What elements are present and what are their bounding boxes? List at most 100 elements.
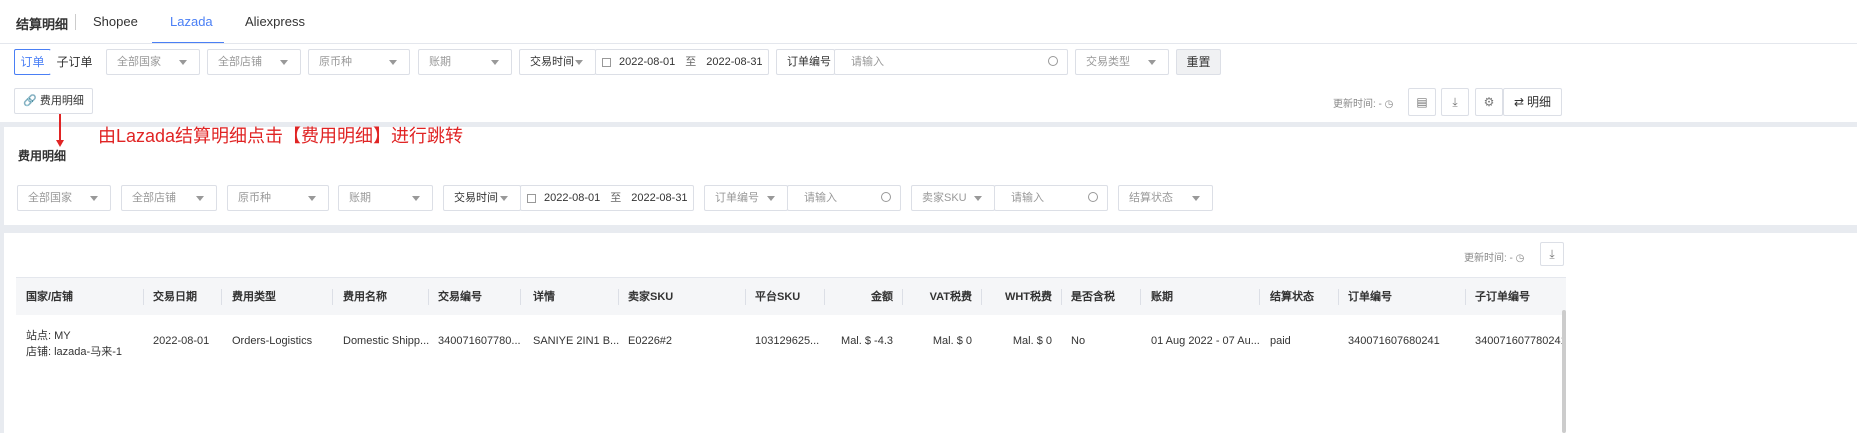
header-text: 平台SKU xyxy=(755,291,801,303)
header-trade-date: 交易日期 xyxy=(144,278,222,316)
chevron-down-icon xyxy=(491,60,499,65)
order-no-search-input[interactable]: 请输入 xyxy=(834,49,1068,75)
trade-time-value: 交易时间 xyxy=(530,56,574,68)
period-select-value: 账期 xyxy=(429,56,451,68)
header-text: 交易日期 xyxy=(153,291,197,303)
update-time: 更新时间: - ◷ xyxy=(1333,95,1393,110)
store-select[interactable]: 全部店铺 xyxy=(207,49,301,75)
header-period: 账期 xyxy=(1141,278,1260,316)
fee-search-placeholder-1: 请输入 xyxy=(804,192,837,204)
detail-view-label: 明细 xyxy=(1527,95,1552,109)
header-text: 费用类型 xyxy=(232,291,276,303)
fee-sku-search-input[interactable]: 请输入 xyxy=(994,185,1108,211)
fee-trade-time-select[interactable]: 交易时间 xyxy=(443,185,521,211)
fee-seller-sku-select[interactable]: 卖家SKU xyxy=(911,185,995,211)
vertical-scrollbar[interactable] xyxy=(1562,310,1566,433)
search-icon xyxy=(1088,192,1098,202)
fee-download-icon[interactable]: ⤓ xyxy=(1540,242,1564,266)
header-wht: WHT税费 xyxy=(982,278,1062,316)
cell-site: 站点: MY xyxy=(26,330,71,342)
tab-shopee[interactable]: Shopee xyxy=(93,14,138,29)
document-icon[interactable]: ▤ xyxy=(1408,88,1436,116)
chevron-down-icon xyxy=(412,196,420,201)
clock-icon: ◷ xyxy=(1384,99,1394,110)
currency-select-value: 原币种 xyxy=(319,56,352,68)
fee-settle-status-select[interactable]: 结算状态 xyxy=(1118,185,1213,211)
period-select[interactable]: 账期 xyxy=(418,49,512,75)
header-text: 子订单编号 xyxy=(1475,291,1530,303)
detail-view-button[interactable]: ⇄ 明细 xyxy=(1503,88,1562,116)
fee-currency-value: 原币种 xyxy=(238,192,271,204)
header-settle-status: 结算状态 xyxy=(1260,278,1339,316)
search-icon xyxy=(881,192,891,202)
link-icon: 🔗 xyxy=(23,95,37,107)
cell-fee-type: Orders-Logistics xyxy=(232,335,313,347)
cell-order-no: 340071607680241 xyxy=(1348,335,1440,347)
date-range-picker[interactable]: 2022-08-01 至 2022-08-31 xyxy=(595,49,769,75)
cell-trade-date: 2022-08-01 xyxy=(153,335,210,347)
search-icon xyxy=(1048,56,1058,66)
chevron-down-icon xyxy=(974,196,982,201)
header-fee-type: 费用类型 xyxy=(222,278,333,316)
trade-type-value: 交易类型 xyxy=(1086,56,1130,68)
trade-time-select[interactable]: 交易时间 xyxy=(519,49,596,75)
annotation-arrow-head xyxy=(56,140,64,147)
header-text: 订单编号 xyxy=(1348,291,1392,303)
order-toggle-button[interactable]: 订单 xyxy=(14,49,51,75)
fee-order-search-input[interactable]: 请输入 xyxy=(787,185,901,211)
fee-country-value: 全部国家 xyxy=(28,192,72,204)
fee-section-title: 费用明细 xyxy=(18,149,67,163)
cell-settle-status: paid xyxy=(1270,335,1291,347)
cell-seller-sku: E0226#2 xyxy=(628,335,673,347)
table-row[interactable]: 站点: MY 店铺: lazada-马来-1 2022-08-01 Orders… xyxy=(16,315,1566,433)
chevron-down-icon xyxy=(1148,60,1156,65)
swap-icon: ⇄ xyxy=(1513,95,1525,109)
header-text: 卖家SKU xyxy=(628,291,674,303)
order-no-label: 订单编号 xyxy=(776,49,835,75)
fee-country-select[interactable]: 全部国家 xyxy=(17,185,111,211)
country-select[interactable]: 全部国家 xyxy=(106,49,200,75)
search-placeholder: 请输入 xyxy=(851,56,884,68)
fee-period-select[interactable]: 账期 xyxy=(338,185,433,211)
header-fee-name: 费用名称 xyxy=(333,278,429,316)
tab-lazada[interactable]: Lazada xyxy=(170,14,213,29)
header-text: 账期 xyxy=(1151,291,1173,303)
fee-date-separator: 至 xyxy=(610,192,622,204)
title-divider xyxy=(75,14,76,30)
cell-detail[interactable]: SANIYE 2IN1 B... xyxy=(533,335,619,347)
header-trade-no: 交易编号 xyxy=(429,278,521,316)
store-select-value: 全部店铺 xyxy=(218,56,262,68)
header-sub-order-no: 子订单编号 xyxy=(1466,278,1566,316)
fee-date-from: 2022-08-01 xyxy=(544,192,601,204)
download-icon[interactable]: ⤓ xyxy=(1441,88,1469,116)
fee-currency-select[interactable]: 原币种 xyxy=(227,185,329,211)
fee-store-select[interactable]: 全部店铺 xyxy=(121,185,217,211)
fee-order-no-select[interactable]: 订单编号 xyxy=(704,185,788,211)
fee-detail-button[interactable]: 🔗 费用明细 xyxy=(14,88,93,114)
header-seller-sku: 卖家SKU xyxy=(619,278,746,316)
cell-wht: Mal. $ 0 xyxy=(1012,335,1052,347)
trade-type-select[interactable]: 交易类型 xyxy=(1075,49,1169,75)
annotation-text: 由Lazada结算明细点击【费用明细】进行跳转 xyxy=(98,126,464,146)
update-time-label: 更新时间: - xyxy=(1333,99,1382,110)
header-vat: VAT税费 xyxy=(903,278,982,316)
fee-detail-label: 费用明细 xyxy=(39,95,84,107)
fee-order-no-value: 订单编号 xyxy=(715,192,759,204)
sub-order-toggle-button[interactable]: 子订单 xyxy=(50,49,99,75)
chevron-down-icon xyxy=(196,196,204,201)
fee-store-value: 全部店铺 xyxy=(132,192,176,204)
fee-date-range-picker[interactable]: 2022-08-01 至 2022-08-31 xyxy=(520,185,694,211)
cell-sub-order-no: 340071607780241 xyxy=(1475,335,1566,347)
cell-period[interactable]: 01 Aug 2022 - 07 Au... xyxy=(1151,335,1260,347)
tab-aliexpress[interactable]: Aliexpress xyxy=(245,14,305,29)
currency-select[interactable]: 原币种 xyxy=(308,49,410,75)
gear-icon[interactable]: ⚙ xyxy=(1475,88,1503,116)
cell-fee-name[interactable]: Domestic Shipp... xyxy=(343,335,429,347)
chevron-down-icon xyxy=(500,196,508,201)
chevron-down-icon xyxy=(575,60,583,65)
date-to: 2022-08-31 xyxy=(706,56,763,68)
cell-platform-sku[interactable]: 103129625... xyxy=(755,335,819,347)
cell-trade-no[interactable]: 340071607780... xyxy=(438,335,521,347)
cell-amount: Mal. $ -4.3 xyxy=(841,335,893,347)
reset-button[interactable]: 重置 xyxy=(1176,49,1221,75)
